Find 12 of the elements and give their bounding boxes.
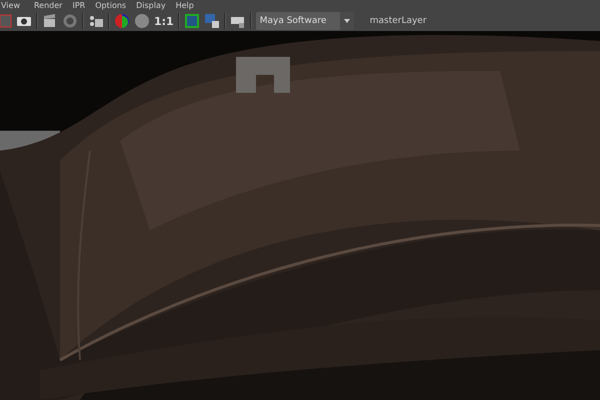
menu-item[interactable]: IPR	[72, 0, 96, 11]
menu-item[interactable]: Options	[95, 0, 136, 11]
menu-item[interactable]: Display	[136, 0, 176, 11]
sphere-icon[interactable]	[134, 13, 150, 29]
rgb-channels-icon[interactable]	[114, 13, 130, 29]
menu-item[interactable]: Help	[176, 0, 204, 11]
menu-item[interactable]: View	[0, 0, 34, 11]
renderer-dropdown[interactable]: Maya Software	[256, 12, 354, 30]
real-size-button[interactable]: 1:1	[154, 14, 174, 28]
layer-label: masterLayer	[370, 16, 427, 26]
image-icon[interactable]	[184, 13, 200, 29]
menu-item[interactable]: Render	[34, 0, 72, 11]
